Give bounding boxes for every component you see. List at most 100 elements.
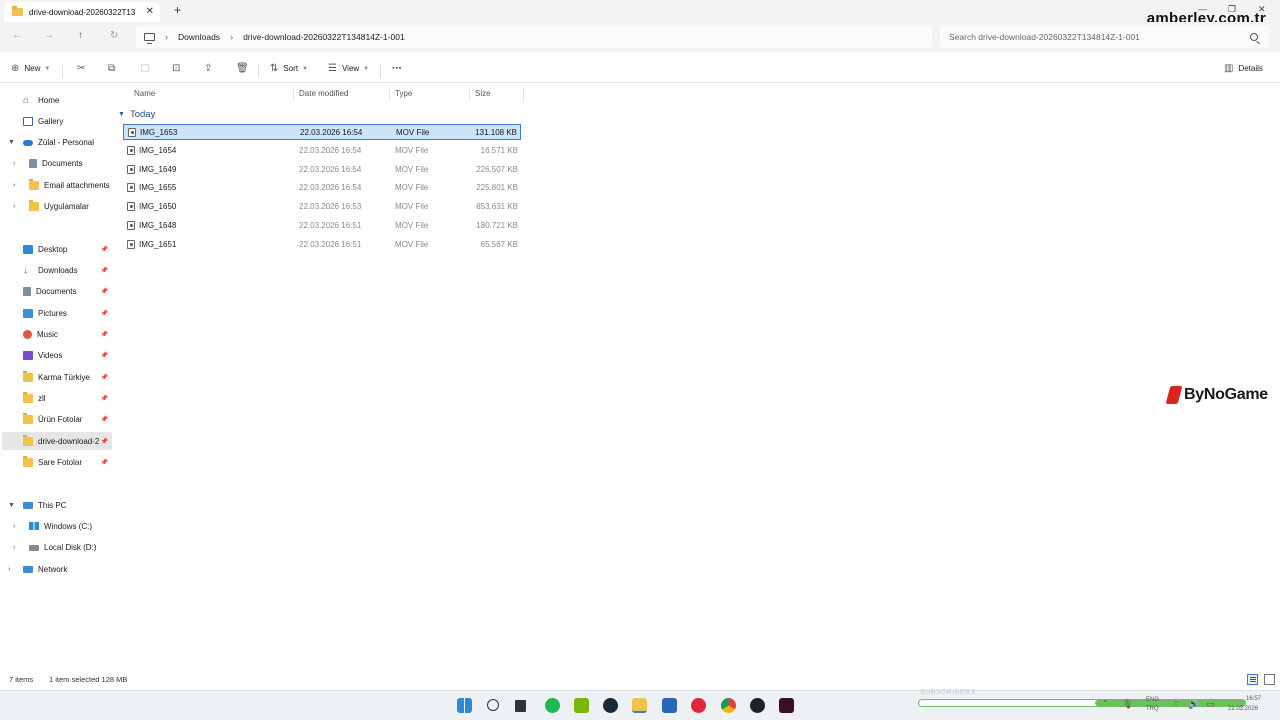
wifi-icon[interactable]: ⌔ [1172,699,1180,710]
file-row[interactable]: IMG_1650 22.03.2026 16:53 MOV File 853.6… [123,199,521,215]
file-row[interactable]: IMG_1654 22.03.2026 16:54 MOV File 16.57… [123,143,521,159]
chevron-right-icon[interactable]: › [8,566,10,573]
details-button[interactable]: ▥ Details [1224,63,1263,74]
search-taskbar-icon[interactable] [487,699,499,711]
rename-icon[interactable]: ⊡ [172,63,185,74]
store-icon[interactable] [662,698,677,713]
sidebar-item-onedrive-documents[interactable]: › Documents [0,154,112,172]
breadcrumb-current-folder[interactable]: drive-download-20260322T134814Z-1-001 [243,32,405,42]
sidebar-item-downloads[interactable]: ↓ Downloads 📌 [0,261,112,279]
chevron-up-icon[interactable]: ⌃ [1102,699,1109,708]
search-icon[interactable] [1250,33,1258,41]
chevron-right-icon[interactable]: › [13,182,15,189]
app-red-icon[interactable] [691,698,706,713]
forward-icon[interactable]: → [44,30,54,41]
steam-icon[interactable] [603,698,618,713]
chevron-down-icon[interactable]: ▼ [8,502,15,509]
more-options-icon[interactable]: ··· [392,63,402,74]
pin-icon[interactable]: 📌 [101,395,108,402]
pin-icon[interactable]: 📌 [101,246,108,253]
sidebar-item-documents[interactable]: Documents 📌 [0,282,112,300]
paste-icon[interactable]: ▢ [140,63,154,74]
file-row[interactable]: IMG_1653 22.03.2026 16:54 MOV File 131.1… [123,124,521,140]
pin-icon[interactable]: 📌 [101,416,108,423]
start-icon[interactable] [457,698,472,713]
breadcrumb-downloads[interactable]: Downloads [178,32,220,42]
chevron-right-icon[interactable]: › [13,523,15,530]
file-row[interactable]: IMG_1655 22.03.2026 16:54 MOV File 225.8… [123,180,521,196]
details-view-icon[interactable] [1247,674,1258,685]
chevron-right-icon[interactable]: › [13,160,15,167]
pin-icon[interactable]: 📌 [101,374,108,381]
window-tab[interactable]: drive-download-20260322T13 ✕ [4,2,160,22]
sidebar-item-gallery[interactable]: Gallery [0,112,112,130]
chevron-down-icon[interactable]: ▼ [8,139,15,146]
region[interactable]: TRQ [1146,706,1159,712]
clock-date[interactable]: 22.03.2026 [1228,706,1258,712]
sidebar-item-network[interactable]: › Network [0,560,112,578]
up-icon[interactable]: ↑ [78,30,83,41]
sidebar-item-drive-download[interactable]: drive-download-2 📌 [2,432,112,450]
sidebar-item-sare-fotolar[interactable]: Sare Fotolar 📌 [0,453,112,471]
view-button[interactable]: ☰ View ▼ [328,63,369,74]
column-divider[interactable] [293,88,294,102]
file-explorer-icon[interactable] [632,698,647,713]
spotify-icon[interactable] [545,698,560,713]
obs-icon[interactable] [750,698,765,713]
sort-button[interactable]: ⇅ Sort ▼ [270,63,308,74]
sidebar-item-karma-turkiye[interactable]: Karma Türkiye 📌 [0,368,112,386]
delete-icon[interactable]: 🗑 [236,63,254,74]
sidebar-item-music[interactable]: Music 📌 [0,325,112,343]
volume-icon[interactable]: 🔊 [1188,699,1199,710]
tiles-view-icon[interactable] [1264,674,1275,685]
sidebar-item-urun-fotolar[interactable]: Ürün Fotolar 📌 [0,410,112,428]
sidebar-item-uygulamalar[interactable]: › Uygulamalar [0,197,112,215]
cut-icon[interactable]: ✂ [77,63,90,74]
pin-icon[interactable]: 📌 [101,331,108,338]
new-tab-icon[interactable]: + [174,3,181,17]
copy-icon[interactable]: ⧉ [108,63,120,74]
column-divider[interactable] [389,88,390,102]
chrome-icon[interactable] [721,698,736,713]
sidebar-item-desktop[interactable]: Desktop 📌 [0,240,112,258]
pin-icon[interactable]: 📌 [101,267,108,274]
sidebar-item-zll[interactable]: zll 📌 [0,389,112,407]
search-input[interactable]: Search drive-download-20260322T134814Z-1… [940,26,1270,48]
sidebar-item-email-attachments[interactable]: › Email attachments [0,176,112,194]
sidebar-item-home[interactable]: ⌂ Home [0,91,112,109]
column-divider[interactable] [523,88,524,102]
pin-icon[interactable]: 📌 [101,288,108,295]
column-header-name[interactable]: Name [134,89,155,98]
column-divider[interactable] [469,88,470,102]
refresh-icon[interactable]: ↻ [110,30,118,41]
pin-icon[interactable]: 📌 [101,459,108,466]
sidebar-item-local-disk-d[interactable]: › Local Disk (D:) [0,538,112,556]
language[interactable]: ENG [1146,697,1159,703]
new-button[interactable]: ⊕ New ▼ [11,63,50,74]
sidebar-item-this-pc[interactable]: ▼ This PC [0,496,112,514]
close-tab-icon[interactable]: ✕ [146,6,154,17]
sidebar-item-windows-c[interactable]: › Windows (C:) [0,517,112,535]
task-view-icon[interactable] [515,700,526,712]
group-header-today[interactable]: ▼ Today [118,109,155,120]
pin-icon[interactable]: 📌 [101,310,108,317]
file-row[interactable]: IMG_1648 22.03.2026 16:51 MOV File 180.7… [123,218,521,234]
breadcrumb[interactable]: › Downloads › drive-download-20260322T13… [136,26,932,48]
pin-icon[interactable]: 📌 [101,352,108,359]
file-row[interactable]: IMG_1651 22.03.2026 16:51 MOV File 65.56… [123,237,521,253]
app-dark-icon[interactable] [779,698,794,713]
back-icon[interactable]: ← [12,30,22,41]
battery-icon[interactable]: ▭ [1206,699,1215,710]
file-row[interactable]: IMG_1649 22.03.2026 16:54 MOV File 226.5… [123,162,521,178]
nvidia-icon[interactable] [574,698,589,713]
share-icon[interactable]: ⇪ [204,63,217,74]
pin-icon[interactable]: 📌 [101,438,108,445]
sidebar-item-videos[interactable]: Videos 📌 [0,346,112,364]
column-header-date[interactable]: Date modified [299,89,348,98]
sidebar-item-pictures[interactable]: Pictures 📌 [0,304,112,322]
column-header-size[interactable]: Size [475,89,491,98]
sidebar-item-onedrive[interactable]: ▼ Zülal - Personal [0,133,112,151]
clock-time[interactable]: 16:57 [1246,696,1261,702]
microphone-icon[interactable]: 🎙 [1122,699,1133,710]
column-header-type[interactable]: Type [395,89,412,98]
